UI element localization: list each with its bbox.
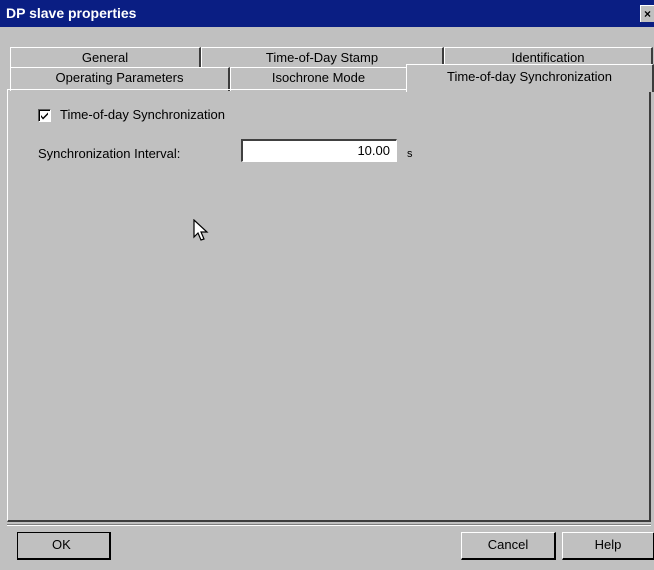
- tab-label: Operating Parameters: [55, 70, 184, 85]
- tab-general[interactable]: General: [10, 47, 201, 68]
- help-button[interactable]: Help: [562, 532, 654, 560]
- interval-label: Synchronization Interval:: [38, 146, 181, 161]
- close-icon[interactable]: ×: [640, 5, 654, 22]
- tab-label: General: [81, 50, 129, 65]
- tab-label: Time-of-Day Stamp: [265, 50, 379, 65]
- cancel-button[interactable]: Cancel: [461, 532, 556, 560]
- title-bar: DP slave properties ×: [0, 0, 654, 27]
- dialog-body: General Time-of-Day Stamp Identification…: [0, 27, 654, 570]
- mouse-pointer-icon: [193, 219, 209, 241]
- tab-label: Identification: [511, 50, 585, 65]
- tab-label: Time-of-day Synchronization: [447, 69, 612, 84]
- tab-label: Isochrone Mode: [271, 70, 366, 85]
- tab-time-of-day-synchronization[interactable]: Time-of-day Synchronization: [406, 64, 654, 92]
- interval-unit: s: [407, 148, 413, 160]
- tab-isochrone-mode[interactable]: Isochrone Mode: [230, 67, 408, 91]
- window-title: DP slave properties: [6, 5, 137, 21]
- interval-input[interactable]: 10.00: [241, 139, 397, 162]
- ok-button[interactable]: OK: [17, 532, 111, 560]
- button-separator: [7, 524, 651, 526]
- sync-checkbox-label: Time-of-day Synchronization: [60, 107, 225, 122]
- sync-checkbox[interactable]: [38, 109, 51, 122]
- tab-operating-parameters[interactable]: Operating Parameters: [10, 67, 230, 91]
- checkmark-icon: [41, 112, 48, 120]
